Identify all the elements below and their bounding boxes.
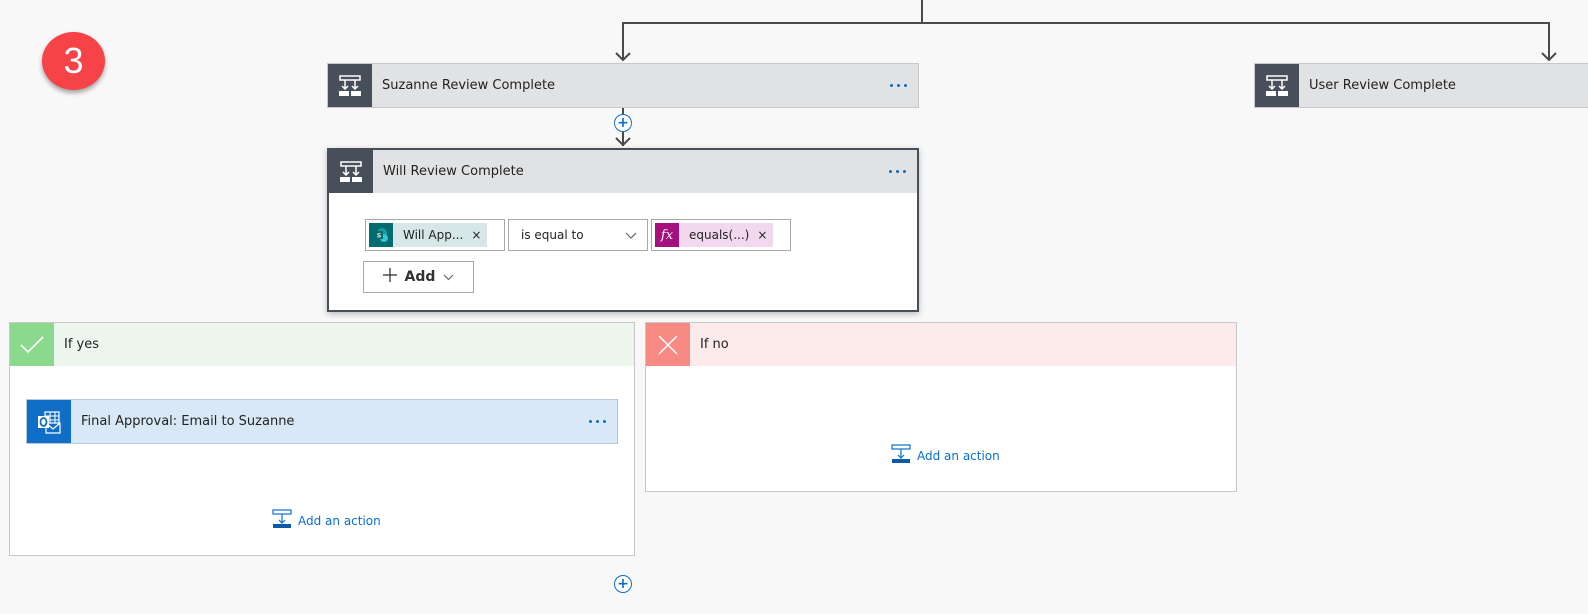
remove-token-icon[interactable]: × xyxy=(757,228,773,242)
add-label: Add xyxy=(404,269,436,285)
check-icon xyxy=(10,323,54,366)
outlook-icon xyxy=(27,400,71,443)
user-review-card[interactable]: User Review Complete xyxy=(1254,63,1588,108)
add-action-button[interactable]: Add an action xyxy=(891,444,1000,467)
card-title: Suzanne Review Complete xyxy=(382,78,556,93)
chevron-down-icon xyxy=(443,269,454,285)
add-action-icon xyxy=(272,509,292,532)
will-review-card[interactable]: Will Review Complete S Will App... × is … xyxy=(327,148,919,312)
chevron-down-icon xyxy=(625,228,637,242)
condition-icon xyxy=(1255,64,1299,107)
more-options-button[interactable] xyxy=(877,150,917,193)
condition-icon xyxy=(328,64,372,107)
action-card[interactable]: Final Approval: Email to Suzanne xyxy=(26,399,618,444)
right-value-field[interactable]: fx equals(...) × xyxy=(651,219,791,251)
operator-value: is equal to xyxy=(521,228,584,242)
add-action-label: Add an action xyxy=(917,448,1000,463)
if-no-branch: If no Add an action xyxy=(645,322,1237,492)
token-label: Will App... xyxy=(403,228,464,242)
arrow-head xyxy=(615,137,631,147)
card-title: User Review Complete xyxy=(1309,78,1456,93)
remove-token-icon[interactable]: × xyxy=(471,228,487,242)
sharepoint-icon: S xyxy=(369,223,393,247)
step-badge: 3 xyxy=(42,32,105,90)
more-options-button[interactable] xyxy=(878,64,918,107)
fx-icon: fx xyxy=(655,223,679,247)
add-action-label: Add an action xyxy=(298,513,381,528)
close-icon xyxy=(646,323,690,366)
arrow-head xyxy=(1541,52,1557,62)
insert-step-button[interactable]: + xyxy=(614,114,632,132)
add-condition-button[interactable]: Add xyxy=(363,261,474,293)
branch-title: If no xyxy=(700,337,729,352)
condition-row: S Will App... × is equal to fx equals(..… xyxy=(365,219,791,251)
plus-icon xyxy=(382,268,397,286)
connector-line xyxy=(622,22,1550,60)
card-title: Will Review Complete xyxy=(383,164,524,179)
suzanne-review-card[interactable]: Suzanne Review Complete xyxy=(327,63,919,108)
condition-icon xyxy=(329,150,373,193)
token-label: equals(...) xyxy=(689,228,750,242)
operator-select[interactable]: is equal to xyxy=(508,219,648,251)
branch-title: If yes xyxy=(64,337,100,352)
add-action-icon xyxy=(891,444,911,467)
add-action-button[interactable]: Add an action xyxy=(272,509,381,532)
dynamic-content-token[interactable]: S Will App... × xyxy=(369,223,488,247)
svg-text:S: S xyxy=(377,234,381,240)
if-yes-branch: If yes Final Approval: Email to Suzanne … xyxy=(9,322,635,556)
insert-step-button[interactable]: + xyxy=(614,575,632,593)
action-title: Final Approval: Email to Suzanne xyxy=(81,414,295,429)
expression-token[interactable]: fx equals(...) × xyxy=(655,223,774,247)
left-value-field[interactable]: S Will App... × xyxy=(365,219,505,251)
more-options-button[interactable] xyxy=(577,420,617,423)
arrow-head xyxy=(615,52,631,62)
